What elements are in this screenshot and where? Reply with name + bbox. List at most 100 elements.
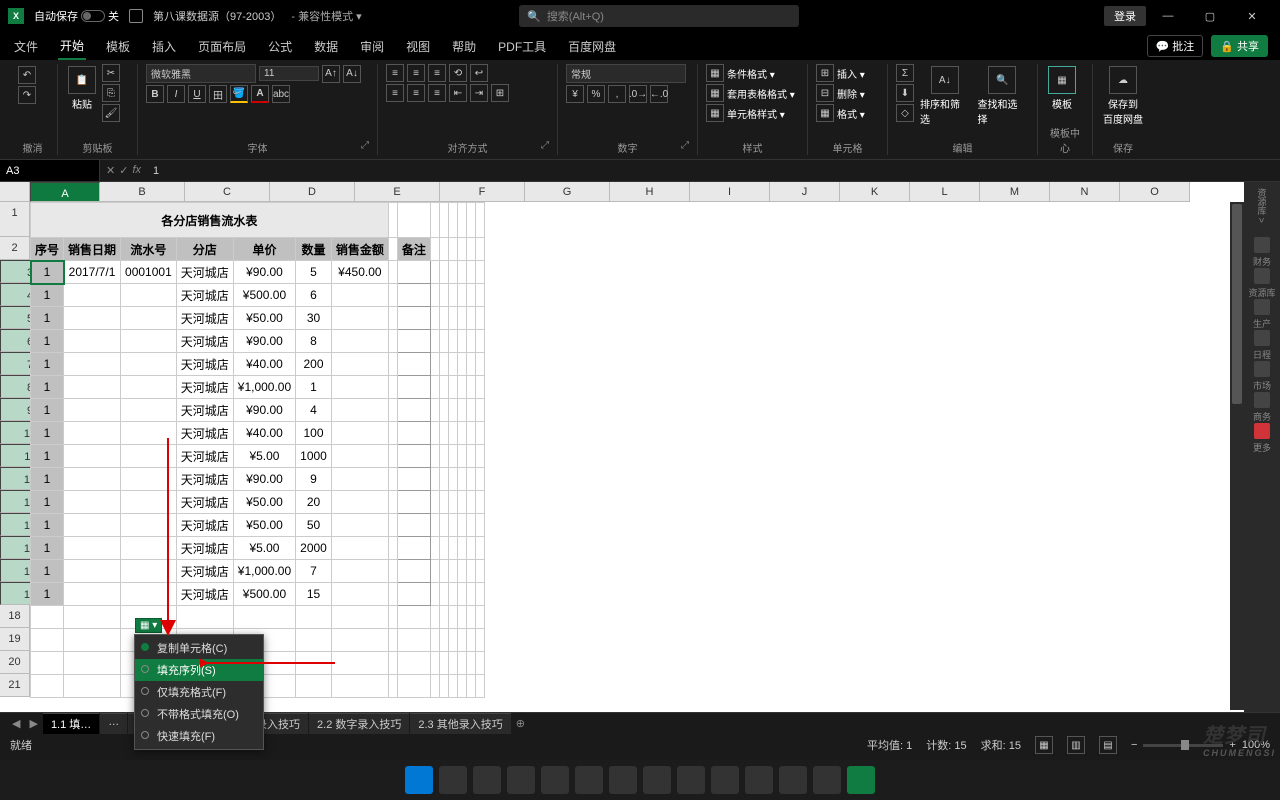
row-header[interactable]: 2 [0,237,30,260]
taskbar-app-icon[interactable] [541,766,569,794]
cell[interactable]: 1 [31,422,64,445]
cell[interactable]: 天河城店 [176,307,233,330]
cell[interactable] [388,422,397,445]
cell[interactable]: ¥1,000.00 [233,376,295,399]
cell[interactable]: 1 [31,445,64,468]
cell[interactable] [388,353,397,376]
shrink-font-icon[interactable]: A↓ [343,65,361,83]
cell[interactable] [64,284,121,307]
cell[interactable]: 1 [31,284,64,307]
cell[interactable] [121,284,177,307]
cell[interactable]: ¥90.00 [233,468,295,491]
grow-font-icon[interactable]: A↑ [322,65,340,83]
cell[interactable]: ¥5.00 [233,537,295,560]
spreadsheet-grid[interactable]: ABCDEFGHIJKLMNO 123456789101112131415161… [0,182,1280,712]
fill-color-icon[interactable]: 🪣 [230,85,248,103]
cell[interactable] [64,330,121,353]
row-header[interactable]: 19 [0,628,30,651]
cell[interactable]: ¥90.00 [233,330,295,353]
cell[interactable] [397,445,430,468]
cell[interactable] [397,560,430,583]
cell[interactable]: 天河城店 [176,537,233,560]
formula-input[interactable]: 1 [147,165,1280,177]
taskbar-app-icon[interactable] [677,766,705,794]
cell[interactable] [388,330,397,353]
sidebar-item[interactable]: 日程 [1248,330,1275,361]
autosum-icon[interactable]: Σ [896,64,914,82]
merge-icon[interactable]: ⊞ [491,84,509,102]
autofill-options-button[interactable]: ▦ ▾ [135,618,162,633]
cell[interactable]: 1 [31,514,64,537]
column-header[interactable]: I [690,182,770,202]
ribbon-tab[interactable]: 视图 [404,34,432,59]
cell[interactable]: 天河城店 [176,284,233,307]
ribbon-tab[interactable]: 文件 [12,34,40,59]
cell[interactable]: 200 [296,353,332,376]
windows-taskbar[interactable] [0,760,1280,800]
cell[interactable]: 天河城店 [176,422,233,445]
column-header[interactable]: H [610,182,690,202]
autosave-toggle[interactable]: 自动保存 关 [34,8,119,24]
align-mid-icon[interactable]: ≡ [407,64,425,82]
cell[interactable] [64,468,121,491]
cell[interactable] [331,491,388,514]
format-painter-icon[interactable]: 🖌 [102,104,120,122]
sidebar-item[interactable]: 更多 [1248,423,1275,454]
cell[interactable]: ¥40.00 [233,422,295,445]
dec-decimal-icon[interactable]: ←.0 [650,85,668,103]
cell[interactable] [121,422,177,445]
cell[interactable] [64,514,121,537]
ribbon-tab[interactable]: 百度网盘 [566,34,618,59]
column-header[interactable]: L [910,182,980,202]
find-select-button[interactable]: 🔍查找和选择 [976,64,1030,128]
column-header[interactable]: C [185,182,270,202]
cell[interactable]: 2000 [296,537,332,560]
align-center-icon[interactable]: ≡ [407,84,425,102]
cell[interactable] [388,491,397,514]
cell[interactable] [388,560,397,583]
cell[interactable] [121,307,177,330]
cell[interactable]: 1 [31,537,64,560]
cell[interactable]: 天河城店 [176,330,233,353]
cell[interactable]: ¥500.00 [233,284,295,307]
cell[interactable] [121,376,177,399]
cell[interactable]: ¥50.00 [233,491,295,514]
wrap-icon[interactable]: ↩ [470,64,488,82]
cell[interactable]: 8 [296,330,332,353]
cell[interactable] [397,307,430,330]
align-right-icon[interactable]: ≡ [428,84,446,102]
cell[interactable]: 天河城店 [176,491,233,514]
cell[interactable]: 1 [31,468,64,491]
cell[interactable]: 1 [31,376,64,399]
underline-icon[interactable]: U [188,85,206,103]
cell[interactable]: ¥90.00 [233,261,295,284]
undo-button[interactable]: ↶↷ [16,64,38,106]
cell[interactable] [397,422,430,445]
phonetic-icon[interactable]: abc [272,85,290,103]
cell[interactable]: 天河城店 [176,514,233,537]
login-button[interactable]: 登录 [1104,6,1146,26]
cell[interactable]: 天河城店 [176,560,233,583]
cell[interactable]: 1 [296,376,332,399]
taskbar-app-icon[interactable] [813,766,841,794]
cell[interactable] [388,468,397,491]
cell[interactable] [397,261,430,284]
save-icon[interactable] [129,9,143,23]
cell[interactable] [64,583,121,606]
column-header[interactable]: O [1120,182,1190,202]
save-cloud-button[interactable]: ☁保存到 百度网盘 [1101,64,1145,128]
taskbar-app-icon[interactable] [643,766,671,794]
header-cell[interactable]: 数量 [296,238,332,261]
cell[interactable] [397,376,430,399]
cell[interactable] [397,330,430,353]
excel-taskbar-icon[interactable] [847,766,875,794]
cell[interactable]: 天河城店 [176,261,233,284]
view-page-icon[interactable]: ▥ [1067,736,1085,754]
delete-cells-button[interactable]: ⊟删除 ▾ [816,84,865,102]
maximize-button[interactable]: ▢ [1190,2,1230,30]
number-format-select[interactable]: 常规 [566,64,686,83]
bold-icon[interactable]: B [146,85,164,103]
cell[interactable] [121,583,177,606]
minimize-button[interactable]: — [1148,2,1188,30]
row-header[interactable]: 21 [0,674,30,697]
